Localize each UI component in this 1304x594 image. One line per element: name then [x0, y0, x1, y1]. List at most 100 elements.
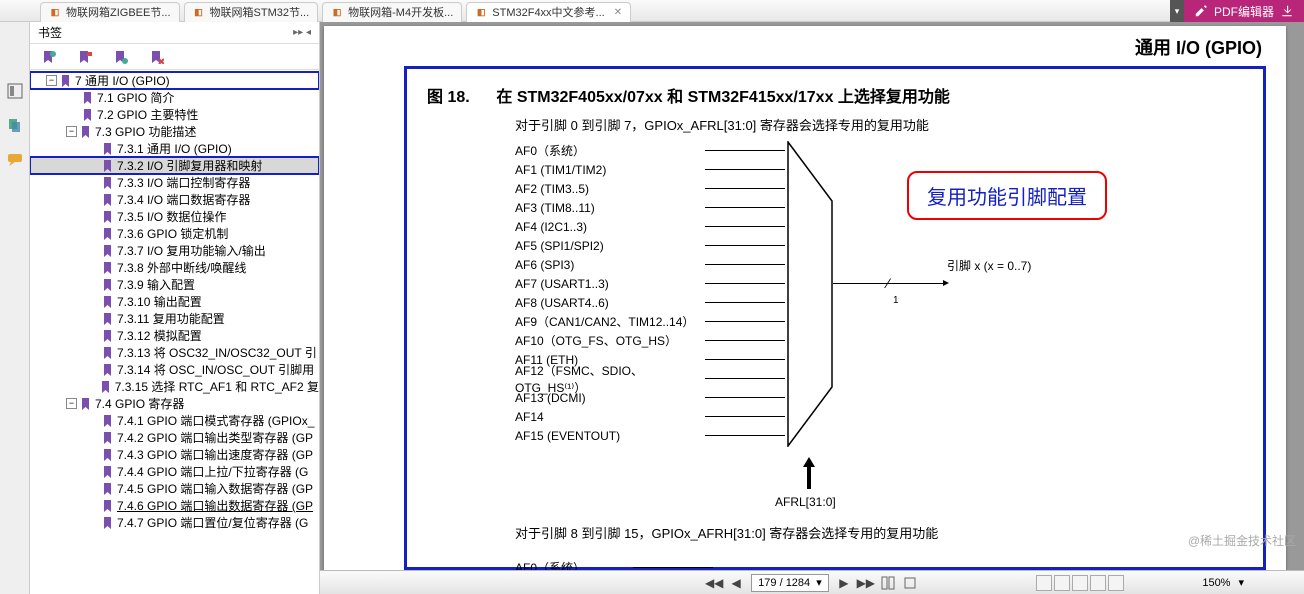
tree-node-13[interactable]: 7.3.10 输出配置 [30, 293, 319, 310]
tree-node-25[interactable]: 7.4.6 GPIO 端口输出数据寄存器 (GP [30, 497, 319, 514]
toggle-icon[interactable]: − [66, 398, 77, 409]
bookmark-icon [102, 449, 114, 461]
tree-node-0[interactable]: −7 通用 I/O (GPIO) [30, 72, 319, 89]
tree-label: 7.3.3 I/O 端口控制寄存器 [117, 174, 250, 191]
tree-node-16[interactable]: 7.3.13 将 OSC32_IN/OSC32_OUT 引 [30, 344, 319, 361]
tree-node-4[interactable]: 7.3.1 通用 I/O (GPIO) [30, 140, 319, 157]
doc-icon: ◧ [49, 6, 61, 18]
tree-node-15[interactable]: 7.3.12 模拟配置 [30, 327, 319, 344]
highlight-box: 图 18. 在 STM32F405xx/07xx 和 STM32F415xx/1… [404, 66, 1266, 570]
tab-label: 物联网箱STM32节... [210, 4, 310, 20]
pdf-page: 通用 I/O (GPIO) 图 18. 在 STM32F405xx/07xx 和… [324, 26, 1286, 570]
af-line-15: AF15 (EVENTOUT) [515, 426, 1015, 445]
tree-node-22[interactable]: 7.4.3 GPIO 端口输出速度寄存器 (GP [30, 446, 319, 463]
bookmarks-panel-icon[interactable] [6, 82, 24, 100]
tree-label: 7.3.10 输出配置 [117, 293, 202, 310]
tree-label: 7.3.6 GPIO 锁定机制 [117, 225, 228, 242]
comment-panel-icon[interactable] [6, 150, 24, 168]
bookmark-tree[interactable]: −7 通用 I/O (GPIO)7.1 GPIO 简介7.2 GPIO 主要特性… [30, 70, 319, 594]
tree-node-8[interactable]: 7.3.5 I/O 数据位操作 [30, 208, 319, 225]
tree-node-1[interactable]: 7.1 GPIO 简介 [30, 89, 319, 106]
tree-label: 7.3.15 选择 RTC_AF1 和 RTC_AF2 复 [115, 378, 319, 395]
tree-node-2[interactable]: 7.2 GPIO 主要特性 [30, 106, 319, 123]
watermark: @稀土掘金技术社区 [1188, 532, 1296, 549]
close-icon[interactable]: ✕ [614, 7, 622, 18]
tree-node-11[interactable]: 7.3.8 外部中断线/唤醒线 [30, 259, 319, 276]
pen-icon [1194, 4, 1208, 18]
zoom-dropdown-icon[interactable]: ▾ [1238, 576, 1244, 589]
pdf-editor-label: PDF编辑器 [1214, 3, 1274, 20]
prev-page-button[interactable]: ◀ [729, 576, 743, 590]
bookmark-icon [102, 211, 114, 223]
pages-panel-icon[interactable] [6, 116, 24, 134]
bookmark-icon [102, 279, 114, 291]
tab-1[interactable]: ◧ 物联网箱STM32节... [184, 2, 319, 22]
bookmark-icon [80, 126, 92, 138]
tree-node-20[interactable]: 7.4.1 GPIO 端口模式寄存器 (GPIOx_ [30, 412, 319, 429]
bookmark-tool-2[interactable] [78, 50, 92, 64]
bookmark-icon [102, 500, 114, 512]
bookmark-icon [102, 466, 114, 478]
figure-title: 图 18. 在 STM32F405xx/07xx 和 STM32F415xx/1… [427, 83, 950, 107]
mux-trapezoid [787, 141, 833, 447]
bookmark-icon [102, 313, 114, 325]
tree-node-9[interactable]: 7.3.6 GPIO 锁定机制 [30, 225, 319, 242]
tree-node-6[interactable]: 7.3.3 I/O 端口控制寄存器 [30, 174, 319, 191]
last-page-button[interactable]: ▶▶ [859, 576, 873, 590]
pdf-editor-button[interactable]: PDF编辑器 [1184, 0, 1304, 22]
doc-icon: ◧ [193, 6, 205, 18]
tree-label: 7.4.4 GPIO 端口上拉/下拉寄存器 (G [117, 463, 308, 480]
page-number-input[interactable]: 179 / 1284 ▾ [751, 574, 829, 592]
tree-label: 7.3.1 通用 I/O (GPIO) [117, 140, 232, 157]
bookmark-icon [80, 398, 92, 410]
tab-label: 物联网箱-M4开发板... [348, 4, 453, 20]
tree-node-12[interactable]: 7.3.9 输入配置 [30, 276, 319, 293]
tree-node-19[interactable]: −7.4 GPIO 寄存器 [30, 395, 319, 412]
tree-label: 7.3.11 复用功能配置 [117, 310, 225, 327]
view-mode-5[interactable] [1108, 575, 1124, 591]
bus-width: 1 [893, 295, 899, 306]
view-mode-3[interactable] [1072, 575, 1088, 591]
view-mode-2[interactable] [1054, 575, 1070, 591]
tree-node-21[interactable]: 7.4.2 GPIO 端口输出类型寄存器 (GP [30, 429, 319, 446]
tab-2[interactable]: ◧物联网箱-M4开发板... [322, 2, 462, 22]
tree-node-3[interactable]: −7.3 GPIO 功能描述 [30, 123, 319, 140]
tree-node-24[interactable]: 7.4.5 GPIO 端口输入数据寄存器 (GP [30, 480, 319, 497]
bookmark-tool-4[interactable] [150, 50, 164, 64]
view-mode-1[interactable] [1036, 575, 1052, 591]
af-line-12: AF12（FSMC、SDIO、OTG_HS⁽¹⁾） [515, 369, 1015, 388]
tree-node-14[interactable]: 7.3.11 复用功能配置 [30, 310, 319, 327]
tab-0[interactable]: ◧物联网箱ZIGBEE节... [40, 2, 180, 22]
tree-label: 7.1 GPIO 简介 [97, 89, 174, 106]
bookmark-tool-1[interactable] [42, 50, 56, 64]
tree-node-7[interactable]: 7.3.4 I/O 端口数据寄存器 [30, 191, 319, 208]
tool-button-2[interactable] [903, 576, 917, 590]
tool-button-1[interactable] [881, 576, 895, 590]
sidebar-collapse-controls[interactable]: ▸▸ ◂ [293, 27, 311, 38]
af-line-9: AF9（CAN1/CAN2、TIM12..14） [515, 312, 1015, 331]
tab-3[interactable]: ◧STM32F4xx中文参考...✕ [466, 2, 631, 22]
first-page-button[interactable]: ◀◀ [707, 576, 721, 590]
bookmark-icon [100, 381, 112, 393]
next-page-button[interactable]: ▶ [837, 576, 851, 590]
tree-node-10[interactable]: 7.3.7 I/O 复用功能输入/输出 [30, 242, 319, 259]
tree-label: 7.3.7 I/O 复用功能输入/输出 [117, 242, 266, 259]
afrl-arrow [803, 457, 815, 489]
toggle-icon[interactable]: − [46, 75, 57, 86]
tree-node-17[interactable]: 7.3.14 将 OSC_IN/OSC_OUT 引脚用 [30, 361, 319, 378]
toggle-icon[interactable]: − [66, 126, 77, 137]
af0-second: AF0（系统） [515, 559, 713, 570]
bookmark-tool-3[interactable] [114, 50, 128, 64]
af-line-6: AF6 (SPI3) [515, 255, 1015, 274]
zoom-level[interactable]: 150% [1202, 577, 1230, 589]
bookmark-icon [102, 160, 114, 172]
tree-node-5[interactable]: 7.3.2 I/O 引脚复用器和映射 [30, 157, 319, 174]
tree-node-23[interactable]: 7.4.4 GPIO 端口上拉/下拉寄存器 (G [30, 463, 319, 480]
bookmark-icon [82, 92, 94, 104]
bus-slash: ⁄ [887, 275, 889, 291]
view-mode-4[interactable] [1090, 575, 1106, 591]
tree-node-26[interactable]: 7.4.7 GPIO 端口置位/复位寄存器 (G [30, 514, 319, 531]
tree-label: 7.3.12 模拟配置 [117, 327, 202, 344]
bookmark-icon [102, 194, 114, 206]
tree-node-18[interactable]: 7.3.15 选择 RTC_AF1 和 RTC_AF2 复 [30, 378, 319, 395]
